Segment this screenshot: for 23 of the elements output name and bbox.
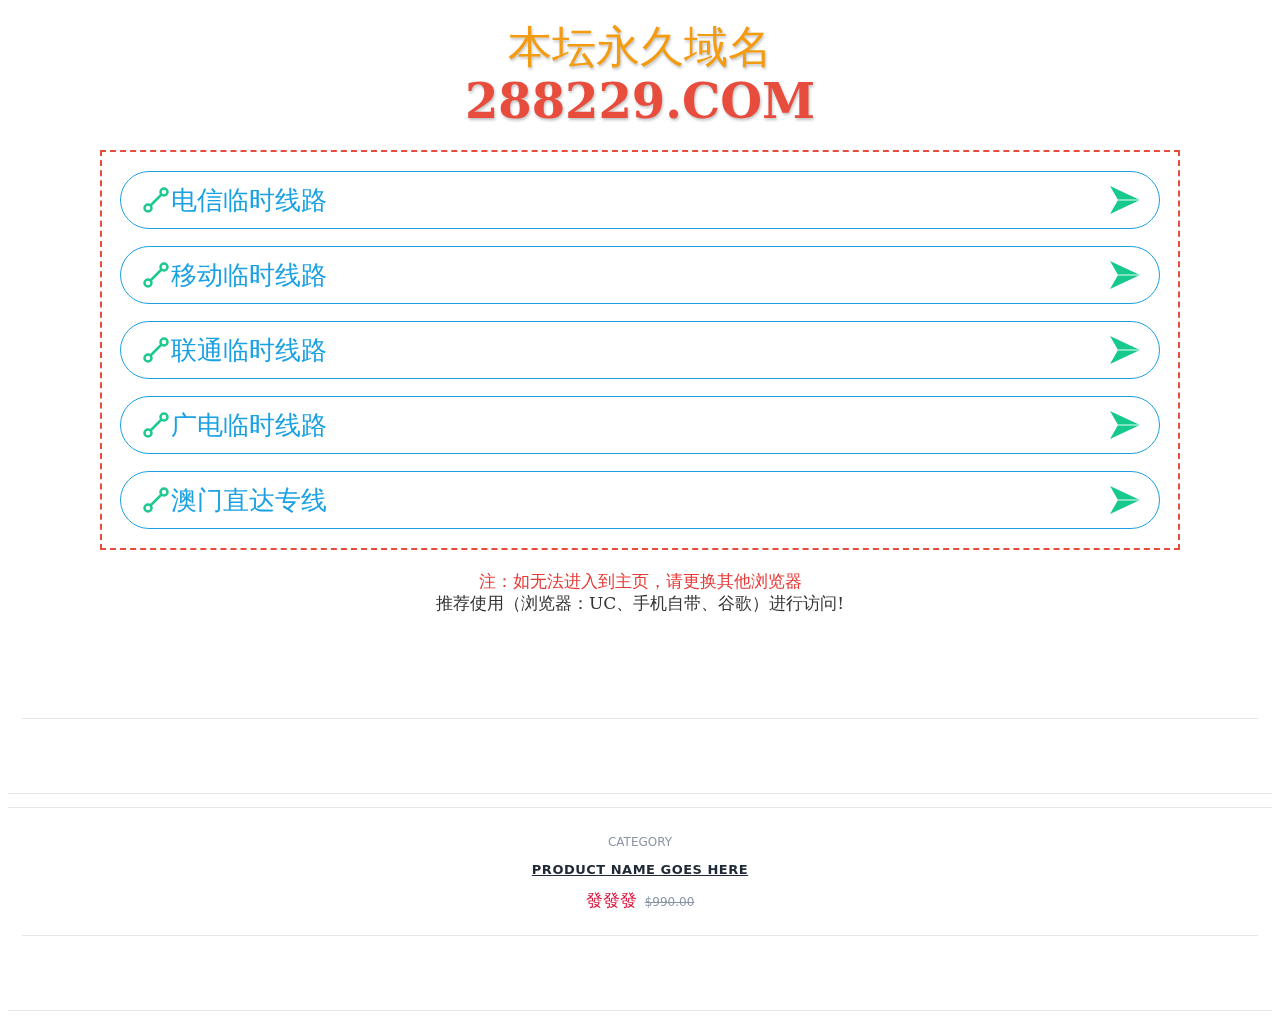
line-label: 电信临时线路 xyxy=(171,183,328,217)
line-label: 广电临时线路 xyxy=(171,408,328,442)
product-name-link[interactable]: PRODUCT NAME GOES HERE xyxy=(531,860,749,880)
link-icon xyxy=(143,262,169,288)
browser-note: 推荐使用（浏览器：UC、手机自带、谷歌）进行访问! xyxy=(435,592,845,614)
link-icon xyxy=(143,412,169,438)
send-icon xyxy=(1109,485,1141,515)
line-label: 联通临时线路 xyxy=(171,333,328,367)
link-icon xyxy=(143,187,169,213)
old-price: $990.00 xyxy=(644,893,695,911)
product-price: 發發發 xyxy=(585,888,637,912)
send-icon xyxy=(1109,335,1141,365)
line-label: 移动临时线路 xyxy=(171,258,328,292)
link-icon xyxy=(143,337,169,363)
line-label: 澳门直达专线 xyxy=(171,483,328,517)
domain-name: 288229.COM xyxy=(464,74,816,128)
warning-note: 注：如无法进入到主页，请更换其他浏览器 xyxy=(478,570,802,592)
product-category: CATEGORY xyxy=(607,834,673,850)
forum-title: 本坛永久域名 xyxy=(508,20,772,74)
send-icon xyxy=(1109,185,1141,215)
send-icon xyxy=(1109,410,1141,440)
link-icon xyxy=(143,487,169,513)
send-icon xyxy=(1109,260,1141,290)
